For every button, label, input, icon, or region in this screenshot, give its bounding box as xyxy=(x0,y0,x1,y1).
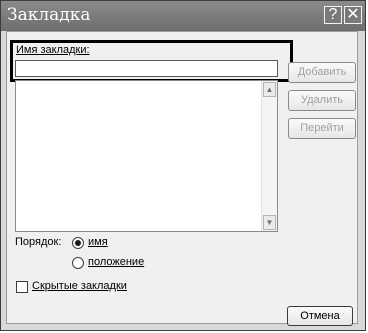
bookmark-name-input[interactable] xyxy=(15,60,278,77)
radio-selected-icon xyxy=(75,240,81,246)
help-icon[interactable]: ? xyxy=(324,6,342,24)
sort-by-name-radio[interactable] xyxy=(72,237,84,249)
goto-button[interactable]: Перейти xyxy=(288,118,356,139)
bookmark-name-label: Имя закладки: xyxy=(16,44,90,56)
scroll-down-icon[interactable]: ▼ xyxy=(263,215,276,230)
add-button[interactable]: Добавить xyxy=(288,62,356,83)
title-bar[interactable]: Закладка ? ✕ xyxy=(1,1,365,31)
sort-by-position-radio[interactable] xyxy=(72,257,84,269)
close-icon[interactable]: ✕ xyxy=(344,6,362,24)
sort-order-label: Порядок: xyxy=(15,236,62,248)
sort-by-position-label[interactable]: положение xyxy=(88,256,144,268)
bookmark-list[interactable]: ▲ ▼ xyxy=(15,80,278,232)
delete-button[interactable]: Удалить xyxy=(288,90,356,111)
hidden-bookmarks-checkbox[interactable] xyxy=(16,281,28,293)
dialog-title: Закладка xyxy=(7,5,91,25)
bookmark-list-scrollbar[interactable]: ▲ ▼ xyxy=(261,81,277,231)
cancel-button[interactable]: Отмена xyxy=(287,306,353,326)
hidden-bookmarks-label[interactable]: Скрытые закладки xyxy=(32,280,127,292)
sort-by-name-label[interactable]: имя xyxy=(88,236,108,248)
scroll-up-icon[interactable]: ▲ xyxy=(263,82,276,97)
